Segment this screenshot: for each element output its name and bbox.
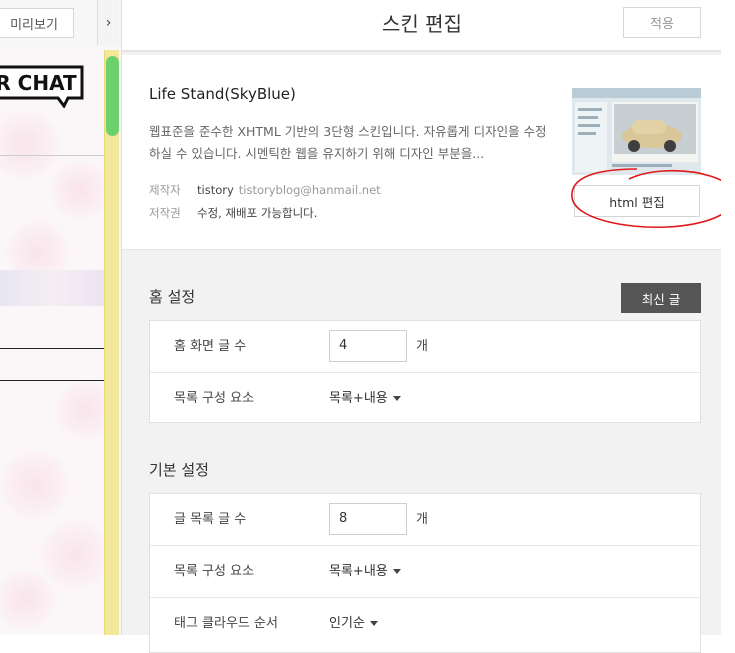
home-settings-title: 홈 설정: [149, 288, 196, 306]
skin-thumbnail: [572, 88, 701, 175]
list-posts-label: 글 목록 글 수: [174, 512, 247, 527]
skin-description: 웹표준을 준수한 XHTML 기반의 3단형 스킨입니다. 자유롭게 디자인을 …: [149, 124, 547, 161]
apply-button[interactable]: 적용: [623, 7, 701, 38]
home-settings-panel: 홈 화면 글 수 4 개 목록 구성 요소 목록+내용: [149, 320, 701, 423]
list-posts-unit: 개: [416, 512, 428, 527]
caret-down-icon: [392, 569, 401, 574]
editor-header: 스킨 편집 적용: [122, 0, 722, 52]
divider: [0, 348, 104, 349]
decorative-pattern: [0, 450, 70, 520]
license-value: 수정, 재배포 가능합니다.: [197, 206, 318, 220]
skin-name: Life Stand(SkyBlue): [149, 85, 296, 103]
home-list-select[interactable]: 목록+내용: [329, 373, 401, 425]
skin-info-card: Life Stand(SkyBlue) 웹표준을 준수한 XHTML 기반의 3…: [122, 55, 735, 250]
chevron-right-icon: ›: [105, 14, 112, 31]
skin-author-row: 제작자 tistory tistoryblog@hanmail.net: [149, 182, 381, 198]
list-posts-row: 글 목록 글 수 8 개: [150, 494, 700, 546]
preview-scrollbar[interactable]: [104, 50, 119, 635]
basic-settings-title: 기본 설정: [149, 461, 209, 479]
preview-button[interactable]: 미리보기: [0, 8, 74, 38]
home-list-label: 목록 구성 요소: [174, 391, 255, 406]
divider: [0, 155, 104, 156]
scrollbar-thumb[interactable]: [106, 56, 119, 136]
author-name: tistory: [197, 183, 234, 197]
decorative-pattern: [0, 570, 55, 630]
home-list-row: 목록 구성 요소 목록+내용: [150, 372, 700, 424]
home-posts-label: 홈 화면 글 수: [174, 339, 247, 354]
caret-down-icon: [392, 396, 401, 401]
preview-pane: 미리보기 › R CHAT: [0, 0, 121, 635]
list-posts-input[interactable]: 8: [329, 503, 407, 535]
decorative-pattern: [50, 160, 104, 220]
collapse-panel-button[interactable]: ›: [97, 0, 119, 45]
html-edit-button[interactable]: html 편집: [574, 185, 700, 217]
tag-cloud-value: 인기순: [329, 616, 365, 631]
decorative-pattern: [0, 110, 60, 180]
home-list-value: 목록+내용: [329, 391, 388, 406]
tag-cloud-select[interactable]: 인기순: [329, 598, 378, 650]
decorative-pattern: [40, 520, 104, 590]
author-key: 제작자: [149, 183, 181, 197]
home-posts-unit: 개: [416, 339, 428, 354]
basic-settings-panel: 글 목록 글 수 8 개 목록 구성 요소 목록+내용 태그 클라우드 순서 인…: [149, 493, 701, 653]
divider: [0, 380, 104, 381]
skin-license-row: 저작권 수정, 재배포 가능합니다.: [149, 205, 317, 221]
recent-posts-button[interactable]: 최신 글: [621, 283, 701, 313]
blog-preview: R CHAT: [0, 50, 104, 635]
author-email: tistoryblog@hanmail.net: [238, 183, 381, 197]
tag-cloud-label: 태그 클라우드 순서: [174, 616, 278, 631]
home-posts-row: 홈 화면 글 수 4 개: [150, 321, 700, 373]
basic-list-value: 목록+내용: [329, 564, 388, 579]
basic-list-row: 목록 구성 요소 목록+내용: [150, 545, 700, 597]
license-key: 저작권: [149, 206, 181, 220]
chat-logo: R CHAT: [0, 65, 84, 108]
tag-cloud-row: 태그 클라우드 순서 인기순: [150, 597, 700, 649]
caret-down-icon: [369, 621, 378, 626]
decorative-pattern: [55, 380, 104, 440]
skin-editor: 스킨 편집 적용 Life Stand(SkyBlue) 웹표준을 준수한 XH…: [121, 0, 735, 653]
basic-list-select[interactable]: 목록+내용: [329, 546, 401, 598]
preview-banner: [0, 270, 104, 306]
window-edge: [721, 0, 735, 635]
basic-list-label: 목록 구성 요소: [174, 564, 255, 579]
svg-text:R CHAT: R CHAT: [0, 71, 77, 95]
home-posts-input[interactable]: 4: [329, 330, 407, 362]
